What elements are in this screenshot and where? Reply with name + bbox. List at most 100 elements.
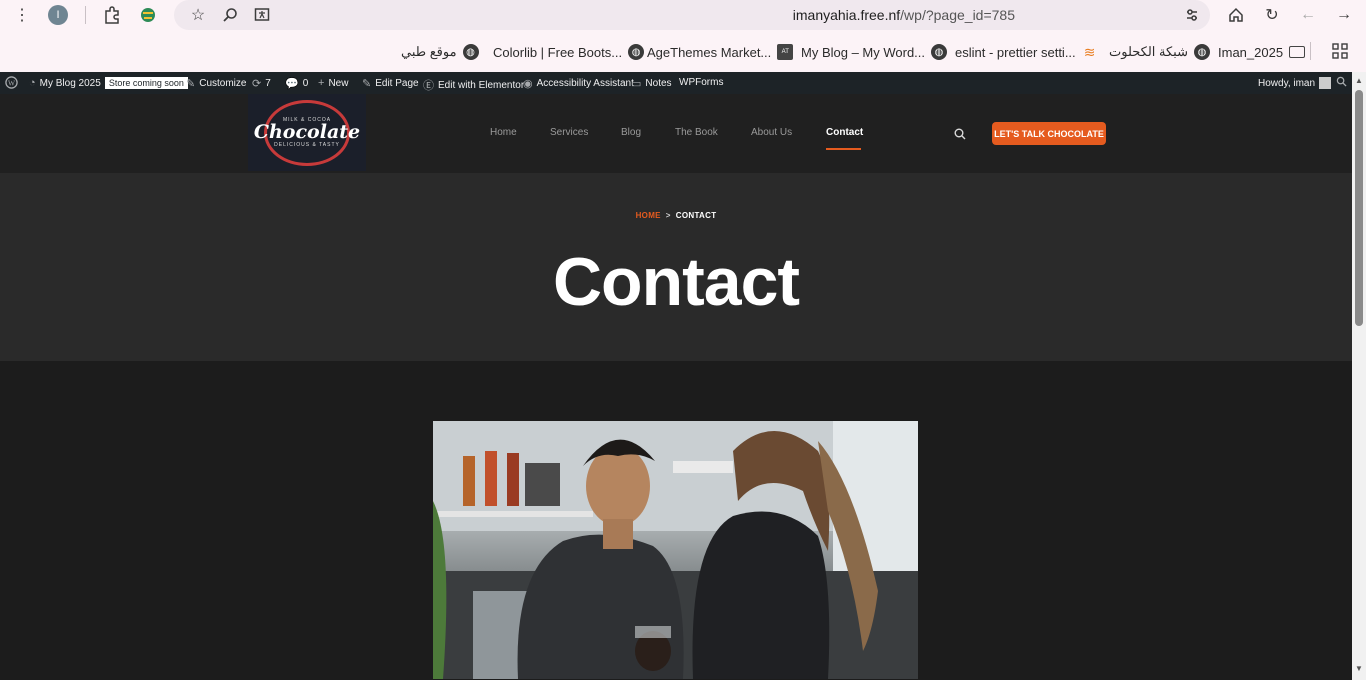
page-hero: HOME > CONTACT Contact xyxy=(0,173,1352,361)
globe-icon: ◍ xyxy=(628,44,645,60)
bookmark-label: موقع طبي xyxy=(401,44,457,59)
updates-icon: ⟳ xyxy=(252,78,262,90)
wp-admin-bar: W ◔ My Blog 2025 Store coming soon ✎ Cus… xyxy=(0,72,1352,94)
elementor-icon: Ⓔ xyxy=(423,80,434,92)
back-icon[interactable]: ← xyxy=(1296,3,1320,27)
bookmark-label: AgeThemes Market... xyxy=(647,44,772,60)
site-logo[interactable]: MILK & COCOA Chocolate DELICIOUS & TASTY xyxy=(248,94,366,171)
url-path: /wp/?page_id=785 xyxy=(900,7,1015,23)
wp-notes-label: Notes xyxy=(645,78,672,89)
bookmark-label: Colorlib | Free Boots... xyxy=(493,44,623,60)
wp-accessibility[interactable]: ◉ Accessibility Assistant xyxy=(523,77,634,90)
wp-search-icon[interactable] xyxy=(1336,76,1347,87)
notes-icon: ▭ xyxy=(631,78,642,90)
translate-icon[interactable] xyxy=(250,3,274,27)
wp-accessibility-label: Accessibility Assistant xyxy=(536,78,634,89)
url-text[interactable]: imanyahia.free.nf/wp/?page_id=785 xyxy=(793,7,1015,23)
folder-icon xyxy=(1289,46,1306,58)
bookmark-item[interactable]: Colorlib | Free Boots... ◍ xyxy=(493,43,645,61)
browser-toolbar: ⋮ I ☆ imanyahia.free.nf/wp/?page_id=785 … xyxy=(0,0,1366,30)
nav-home[interactable]: Home xyxy=(490,127,517,138)
extension-globe-icon[interactable] xyxy=(136,3,160,27)
brush-icon: ✎ xyxy=(186,78,196,90)
wp-comments-count: 0 xyxy=(302,78,309,89)
wp-wpforms-label: WPForms xyxy=(679,77,724,88)
bookmark-label: eslint - prettier setti... xyxy=(955,44,1076,60)
nav-services[interactable]: Services xyxy=(550,127,588,138)
wp-customize[interactable]: ✎ Customize xyxy=(186,77,246,90)
wp-edit-elementor-label: Edit with Elementor xyxy=(438,79,525,91)
wp-edit-page[interactable]: ✎ Edit Page xyxy=(362,77,419,90)
wp-wpforms[interactable]: WPForms xyxy=(679,77,723,88)
wp-howdy-label: Howdy, iman xyxy=(1258,77,1316,89)
logo-badge: MILK & COCOA Chocolate DELICIOUS & TASTY xyxy=(254,99,360,166)
globe-icon: ◍ xyxy=(1193,44,1210,60)
wp-edit-elementor[interactable]: Ⓔ Edit with Elementor xyxy=(423,77,524,93)
apps-grid-icon[interactable] xyxy=(1328,39,1352,63)
forward-icon[interactable]: → xyxy=(1332,3,1356,27)
wp-site-name-label: My Blog 2025 xyxy=(39,77,101,89)
nav-blog[interactable]: Blog xyxy=(621,127,641,138)
reload-icon[interactable]: ↻ xyxy=(1260,3,1284,27)
wp-notes[interactable]: ▭ Notes xyxy=(631,77,672,90)
scrollbar-thumb[interactable] xyxy=(1355,90,1363,326)
wp-new[interactable]: + New xyxy=(318,77,348,89)
nav-active-underline xyxy=(826,148,861,150)
logo-wordmark: Chocolate xyxy=(253,121,361,143)
breadcrumb-home[interactable]: HOME xyxy=(636,211,661,220)
wp-customize-label: Customize xyxy=(199,78,247,89)
profile-avatar: I xyxy=(48,5,68,25)
plus-icon: + xyxy=(318,77,325,89)
store-status-badge: Store coming soon xyxy=(104,77,188,89)
bookmarks-divider xyxy=(1310,42,1311,60)
breadcrumb-separator: > xyxy=(665,211,671,220)
nav-contact[interactable]: Contact xyxy=(826,127,863,138)
comment-icon: 💬 xyxy=(285,78,299,90)
accessibility-icon: ◉ xyxy=(523,78,533,90)
zoom-icon[interactable] xyxy=(218,3,242,27)
pencil-icon: ✎ xyxy=(362,78,372,90)
dashboard-icon: ◔ xyxy=(29,77,36,89)
menu-dots-icon[interactable]: ⋮ xyxy=(10,3,34,27)
scroll-down-icon[interactable]: ▼ xyxy=(1354,664,1364,674)
cafe-photo xyxy=(433,421,918,679)
bookmark-item[interactable]: موقع طبي ◍ xyxy=(401,43,479,61)
wp-edit-page-label: Edit Page xyxy=(375,78,419,89)
bookmark-item[interactable]: AgeThemes Market... AT xyxy=(647,43,794,61)
wp-site-name[interactable]: ◔ My Blog 2025 Store coming soon xyxy=(29,77,188,89)
bookmark-item[interactable]: شبكة الكحلوت ◍ xyxy=(1109,43,1210,61)
site-settings-icon[interactable] xyxy=(1180,3,1204,27)
page-scrollbar[interactable]: ▲ ▼ xyxy=(1352,72,1366,680)
wp-account[interactable]: Howdy, iman xyxy=(1258,77,1332,89)
svg-text:W: W xyxy=(8,78,15,87)
wp-updates[interactable]: ⟳ 7 xyxy=(252,77,271,90)
bookmark-star-icon[interactable]: ☆ xyxy=(186,3,210,27)
wordpress-logo-icon[interactable]: W xyxy=(5,76,18,89)
site-header: MILK & COCOA Chocolate DELICIOUS & TASTY… xyxy=(0,94,1352,173)
wp-new-label: New xyxy=(328,77,349,89)
globe-icon: ◍ xyxy=(931,44,948,60)
bookmark-label: Iman_2025 xyxy=(1218,44,1284,60)
page-content xyxy=(0,361,1352,680)
home-icon[interactable] xyxy=(1224,3,1248,27)
nav-the-book[interactable]: The Book xyxy=(675,127,718,138)
lets-talk-chocolate-button[interactable]: LET'S TALK CHOCOLATE xyxy=(992,122,1106,145)
avatar xyxy=(1319,77,1332,89)
address-bar[interactable]: ☆ imanyahia.free.nf/wp/?page_id=785 xyxy=(174,0,1210,30)
bookmark-item[interactable]: eslint - prettier setti... ≋ xyxy=(955,43,1098,61)
agethemes-icon: AT xyxy=(777,44,794,60)
extensions-icon[interactable] xyxy=(100,3,124,27)
stackoverflow-icon: ≋ xyxy=(1083,43,1096,60)
nav-about-us[interactable]: About Us xyxy=(751,127,792,138)
profile-button[interactable]: I xyxy=(46,3,70,27)
search-icon[interactable] xyxy=(954,127,966,140)
bookmark-item[interactable]: My Blog – My Word... ◍ xyxy=(801,43,948,61)
breadcrumb-current: CONTACT xyxy=(675,211,717,220)
breadcrumb: HOME > CONTACT xyxy=(0,211,1352,220)
wp-updates-count: 7 xyxy=(265,78,271,89)
wp-comments[interactable]: 💬 0 xyxy=(285,77,308,90)
bookmark-label: شبكة الكحلوت xyxy=(1109,44,1188,59)
globe-icon: ◍ xyxy=(462,44,479,60)
bookmark-folder[interactable]: Iman_2025 xyxy=(1218,43,1306,61)
scroll-up-icon[interactable]: ▲ xyxy=(1354,76,1364,86)
